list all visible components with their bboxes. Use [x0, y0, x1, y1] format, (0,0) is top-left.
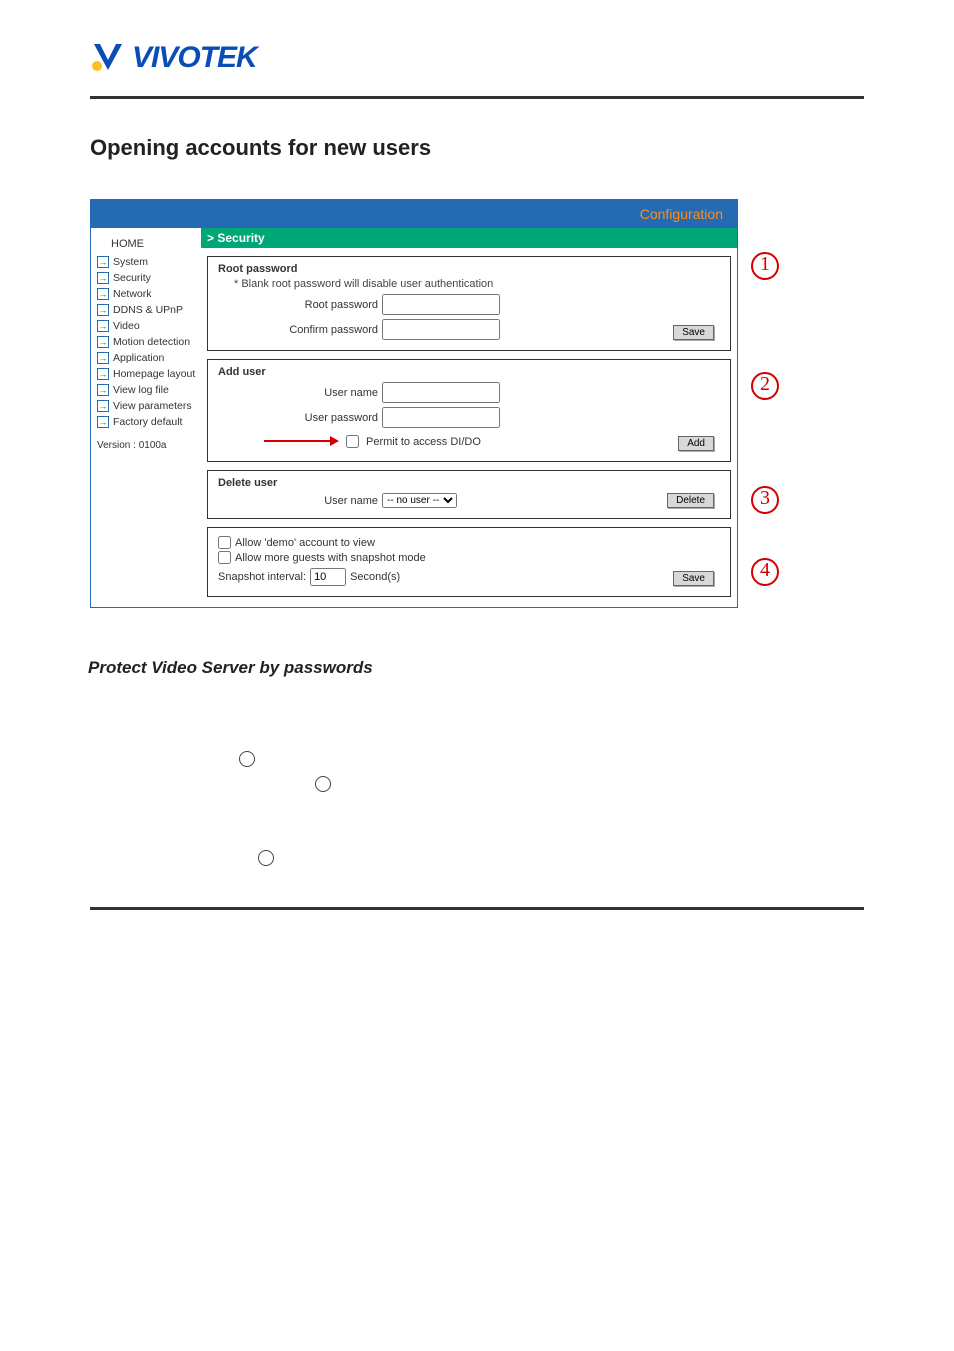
page-title: Opening accounts for new users — [90, 135, 864, 161]
add-name-label: User name — [218, 387, 378, 399]
add-user-box: Add user User name User password — [207, 359, 731, 462]
content-area: > Security Root password * Blank root pa… — [201, 228, 737, 607]
arrow-icon: → — [97, 304, 109, 316]
arrow-icon: → — [97, 320, 109, 332]
delete-user-box: Delete user User name -- no user -- Dele… — [207, 470, 731, 519]
allow-guests-checkbox[interactable] — [218, 551, 231, 564]
root-password-input[interactable] — [382, 294, 500, 315]
arrow-icon: → — [97, 400, 109, 412]
misc-box: Allow 'demo' account to view Allow more … — [207, 527, 731, 597]
allow-demo-label: Allow 'demo' account to view — [235, 537, 375, 549]
logo-mark-icon — [90, 40, 126, 76]
arrow-icon: → — [97, 336, 109, 348]
sidebar: HOME →System →Security →Network →DDNS & … — [91, 228, 201, 607]
root-pw-label: Root password — [218, 299, 378, 311]
sidebar-item-params[interactable]: →View parameters — [91, 398, 201, 414]
snap-unit: Second(s) — [350, 571, 400, 583]
sidebar-item-factory[interactable]: →Factory default — [91, 414, 201, 430]
arrow-icon: → — [97, 384, 109, 396]
callout-2: 2 — [751, 372, 779, 400]
section-header: > Security — [201, 228, 737, 248]
misc-save-button[interactable]: Save — [673, 571, 714, 586]
arrow-icon: → — [97, 288, 109, 300]
add-button[interactable]: Add — [678, 436, 714, 451]
sidebar-home[interactable]: HOME — [91, 234, 201, 254]
callout-arrow-head — [330, 436, 339, 446]
callout-1: 1 — [751, 252, 779, 280]
del-title: Delete user — [218, 477, 720, 489]
callout-4: 4 — [751, 558, 779, 586]
subsection-title: Protect Video Server by passwords — [88, 658, 864, 678]
divider — [90, 96, 864, 99]
root-title: Root password — [218, 263, 720, 275]
add-pw-label: User password — [218, 412, 378, 424]
root-confirm-input[interactable] — [382, 319, 500, 340]
logo-block: VIVOTEK — [90, 40, 864, 76]
brand-text: VIVOTEK — [132, 41, 257, 75]
del-name-label: User name — [218, 495, 378, 507]
add-username-input[interactable] — [382, 382, 500, 403]
snap-label: Snapshot interval: — [218, 571, 306, 583]
version-label: Version : 0100a — [91, 430, 201, 451]
arrow-icon: → — [97, 272, 109, 284]
circle-mark-1 — [239, 751, 255, 767]
callout-arrow-line — [264, 440, 332, 442]
del-username-select[interactable]: -- no user -- — [382, 493, 457, 508]
circle-mark-2 — [315, 776, 331, 792]
root-password-box: Root password * Blank root password will… — [207, 256, 731, 351]
sidebar-item-motion[interactable]: →Motion detection — [91, 334, 201, 350]
add-title: Add user — [218, 366, 720, 378]
sidebar-item-app[interactable]: →Application — [91, 350, 201, 366]
sidebar-item-network[interactable]: →Network — [91, 286, 201, 302]
root-save-button[interactable]: Save — [673, 325, 714, 340]
config-link[interactable]: Configuration — [640, 206, 723, 222]
snap-interval-input[interactable] — [310, 568, 346, 586]
config-panel: Configuration HOME →System →Security →Ne… — [90, 199, 738, 608]
sidebar-item-system[interactable]: →System — [91, 254, 201, 270]
allow-guests-label: Allow more guests with snapshot mode — [235, 552, 426, 564]
delete-button[interactable]: Delete — [667, 493, 714, 508]
sidebar-item-video[interactable]: →Video — [91, 318, 201, 334]
arrow-icon: → — [97, 352, 109, 364]
allow-demo-checkbox[interactable] — [218, 536, 231, 549]
circle-mark-3 — [258, 850, 274, 866]
body-paragraph: Video Server is shipped without any pass… — [90, 678, 864, 873]
arrow-icon: → — [97, 416, 109, 428]
root-note: * Blank root password will disable user … — [218, 278, 720, 290]
add-password-input[interactable] — [382, 407, 500, 428]
arrow-icon: → — [97, 368, 109, 380]
sidebar-item-security[interactable]: →Security — [91, 270, 201, 286]
callout-3: 3 — [751, 486, 779, 514]
bottom-divider — [90, 907, 864, 910]
brand-logo: VIVOTEK — [90, 40, 864, 76]
arrow-icon: → — [97, 256, 109, 268]
sidebar-item-ddns[interactable]: →DDNS & UPnP — [91, 302, 201, 318]
sidebar-item-log[interactable]: →View log file — [91, 382, 201, 398]
panel-header: Configuration — [91, 200, 737, 228]
sidebar-item-homepage[interactable]: →Homepage layout — [91, 366, 201, 382]
root-confirm-label: Confirm password — [218, 324, 378, 336]
permit-label: Permit to access DI/DO — [366, 436, 481, 448]
permit-dido-checkbox[interactable] — [346, 435, 359, 448]
